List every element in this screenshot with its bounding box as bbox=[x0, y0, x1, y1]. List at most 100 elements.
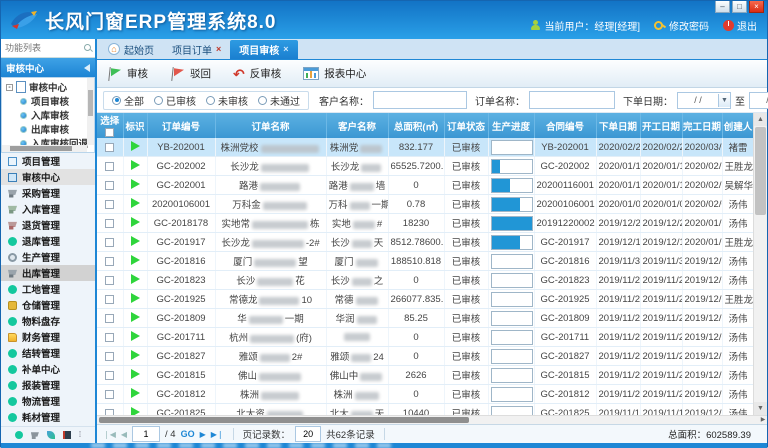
row-checkbox[interactable] bbox=[105, 181, 114, 190]
sidebar-item-耗材管理[interactable]: 耗材管理 bbox=[1, 409, 95, 425]
table-vertical-scrollbar[interactable]: ▲ ▼ bbox=[753, 113, 767, 415]
row-checkbox[interactable] bbox=[105, 295, 114, 304]
customer-name-input[interactable] bbox=[373, 91, 467, 109]
table-row[interactable]: GC-201917长沙龙-2#长沙天8512.78600..已审核GC-2019… bbox=[97, 233, 754, 252]
反审核-button[interactable]: ↶反审核 bbox=[233, 66, 281, 81]
radio-未审核[interactable]: 未审核 bbox=[206, 93, 248, 108]
审核-button[interactable]: 审核 bbox=[107, 66, 148, 82]
sidebar-item-项目管理[interactable]: 项目管理 bbox=[1, 153, 95, 169]
tab-项目订单[interactable]: 项目订单× bbox=[163, 40, 230, 59]
column-header-总面积(㎡)[interactable]: 总面积(㎡) bbox=[388, 113, 444, 138]
scrollbar-thumb[interactable] bbox=[755, 127, 766, 215]
prev-page-button[interactable]: ◀ bbox=[121, 430, 127, 439]
row-checkbox[interactable] bbox=[105, 200, 114, 209]
row-checkbox[interactable] bbox=[105, 162, 114, 171]
column-header-订单状态[interactable]: 订单状态 bbox=[444, 113, 488, 138]
table-row[interactable]: GC-201925常德龙10常德266077.835..已审核GC-201925… bbox=[97, 290, 754, 309]
tree-item[interactable]: 项目审核 bbox=[6, 94, 94, 108]
column-header-下单日期[interactable]: 下单日期 bbox=[596, 113, 640, 138]
sidebar-item-出库管理[interactable]: 出库管理 bbox=[1, 265, 95, 281]
search-icon[interactable] bbox=[84, 44, 93, 53]
column-header-订单编号[interactable]: 订单编号 bbox=[147, 113, 215, 138]
radio-已审核[interactable]: 已审核 bbox=[154, 93, 196, 108]
column-header-创建人[interactable]: 创建人 bbox=[722, 113, 754, 138]
select-all-checkbox[interactable] bbox=[105, 128, 114, 137]
table-row[interactable]: GC-201816厦门望厦门188510.818已审核GC-2018162019… bbox=[97, 252, 754, 271]
scrollbar-thumb[interactable] bbox=[99, 417, 469, 423]
page-number-input[interactable] bbox=[132, 426, 160, 442]
tree-item[interactable]: 出库审核 bbox=[6, 122, 94, 136]
tree-item[interactable]: 入库审核 bbox=[6, 108, 94, 122]
sidebar-item-入库管理[interactable]: 入库管理 bbox=[1, 201, 95, 217]
go-button[interactable]: GO bbox=[181, 429, 195, 439]
table-row[interactable]: GC-201825北大资北大天10440已审核GC-2018252019/11/… bbox=[97, 404, 754, 416]
minimize-button[interactable]: – bbox=[715, 1, 730, 13]
column-header-选择[interactable]: 选择 bbox=[97, 113, 123, 138]
change-password-button[interactable]: 修改密码 bbox=[654, 18, 709, 33]
column-header-客户名称[interactable]: 客户名称 bbox=[326, 113, 388, 138]
table-row[interactable]: GC-201812株洲株洲0已审核GC-2018122019/11/202019… bbox=[97, 385, 754, 404]
column-header-开工日期[interactable]: 开工日期 bbox=[640, 113, 682, 138]
order-date-to-input[interactable]: / /▼ bbox=[749, 92, 768, 109]
row-checkbox[interactable] bbox=[105, 333, 114, 342]
table-row[interactable]: GC-202002长沙龙长沙龙65525.7200..已审核GC-2020022… bbox=[97, 157, 754, 176]
table-horizontal-scrollbar[interactable]: ◀ ▶ bbox=[97, 415, 767, 424]
sidebar-item-仓储管理[interactable]: 仓储管理 bbox=[1, 297, 95, 313]
close-button[interactable]: × bbox=[749, 1, 764, 13]
column-header-生产进度[interactable]: 生产进度 bbox=[488, 113, 534, 138]
order-name-input[interactable] bbox=[529, 91, 615, 109]
row-checkbox[interactable] bbox=[105, 276, 114, 285]
tab-项目审核[interactable]: 项目审核× bbox=[230, 40, 297, 59]
row-checkbox[interactable] bbox=[105, 371, 114, 380]
function-search-input[interactable] bbox=[3, 42, 84, 54]
row-checkbox[interactable] bbox=[105, 143, 114, 152]
table-row[interactable]: YB-202001株洲党校株洲党832.177已审核YB-2020012020/… bbox=[97, 138, 754, 157]
column-header-订单名称[interactable]: 订单名称 bbox=[215, 113, 326, 138]
驳回-button[interactable]: 驳回 bbox=[170, 66, 211, 82]
chevron-down-icon[interactable]: ▼ bbox=[718, 94, 730, 107]
page-size-input[interactable] bbox=[295, 426, 321, 442]
tree-vertical-scrollbar[interactable] bbox=[87, 78, 94, 145]
row-checkbox[interactable] bbox=[105, 238, 114, 247]
tree-horizontal-scrollbar[interactable] bbox=[2, 145, 87, 152]
cart-icon[interactable] bbox=[31, 431, 39, 439]
radio-全部[interactable]: 全部 bbox=[112, 93, 144, 108]
order-date-input[interactable]: / /▼ bbox=[677, 92, 731, 109]
overflow-icon[interactable]: ⁞ bbox=[79, 431, 81, 439]
row-checkbox[interactable] bbox=[105, 409, 114, 416]
radio-未通过[interactable]: 未通过 bbox=[258, 93, 300, 108]
sidebar-item-生产管理[interactable]: 生产管理 bbox=[1, 249, 95, 265]
column-header-完工日期[interactable]: 完工日期 bbox=[682, 113, 722, 138]
pin-icon[interactable] bbox=[84, 64, 90, 72]
column-header-合同编号[interactable]: 合同编号 bbox=[534, 113, 596, 138]
dot-icon[interactable] bbox=[15, 431, 23, 439]
column-header-标识[interactable]: 标识 bbox=[123, 113, 147, 138]
row-checkbox[interactable] bbox=[105, 352, 114, 361]
tree-root-node[interactable]: - 审核中心 bbox=[6, 80, 94, 94]
collapse-icon[interactable]: - bbox=[6, 84, 13, 91]
table-row[interactable]: GC-201823长沙花长沙之0已审核GC-2018232019/11/2720… bbox=[97, 271, 754, 290]
table-row[interactable]: GC-201815佛山佛山中2626已审核GC-2018152019/11/20… bbox=[97, 366, 754, 385]
sidebar-item-财务管理[interactable]: 财务管理 bbox=[1, 329, 95, 345]
last-page-button[interactable]: ▶❘ bbox=[211, 430, 224, 439]
sidebar-item-补单中心[interactable]: 补单中心 bbox=[1, 361, 95, 377]
table-row[interactable]: GC-2018178实地常栋实地#18230已审核201912200022019… bbox=[97, 214, 754, 233]
scroll-up-icon[interactable]: ▲ bbox=[754, 113, 767, 126]
sidebar-item-退货管理[interactable]: 退货管理 bbox=[1, 217, 95, 233]
next-page-button[interactable]: ▶ bbox=[200, 430, 206, 439]
tab-起始页[interactable]: ⌂起始页 bbox=[99, 40, 163, 59]
close-icon[interactable]: × bbox=[283, 44, 288, 54]
报表中心-button[interactable]: 报表中心 bbox=[303, 66, 366, 81]
table-row[interactable]: GC-201809华一期华润85.25已审核GC-2018092019/11/2… bbox=[97, 309, 754, 328]
first-page-button[interactable]: ❘◀ bbox=[103, 430, 116, 439]
sidebar-item-结转管理[interactable]: 结转管理 bbox=[1, 345, 95, 361]
close-icon[interactable]: × bbox=[216, 44, 221, 54]
scroll-right-icon[interactable]: ▶ bbox=[759, 416, 767, 424]
row-checkbox[interactable] bbox=[105, 314, 114, 323]
row-checkbox[interactable] bbox=[105, 257, 114, 266]
book-icon[interactable] bbox=[63, 431, 71, 439]
scroll-down-icon[interactable]: ▼ bbox=[754, 402, 767, 415]
table-row[interactable]: GC-201711杭州(府)0已审核GC-2017112019/11/20201… bbox=[97, 328, 754, 347]
sidebar-item-采购管理[interactable]: 采购管理 bbox=[1, 185, 95, 201]
table-row[interactable]: GC-202001路港路港墙0已审核202001160012020/01/162… bbox=[97, 176, 754, 195]
